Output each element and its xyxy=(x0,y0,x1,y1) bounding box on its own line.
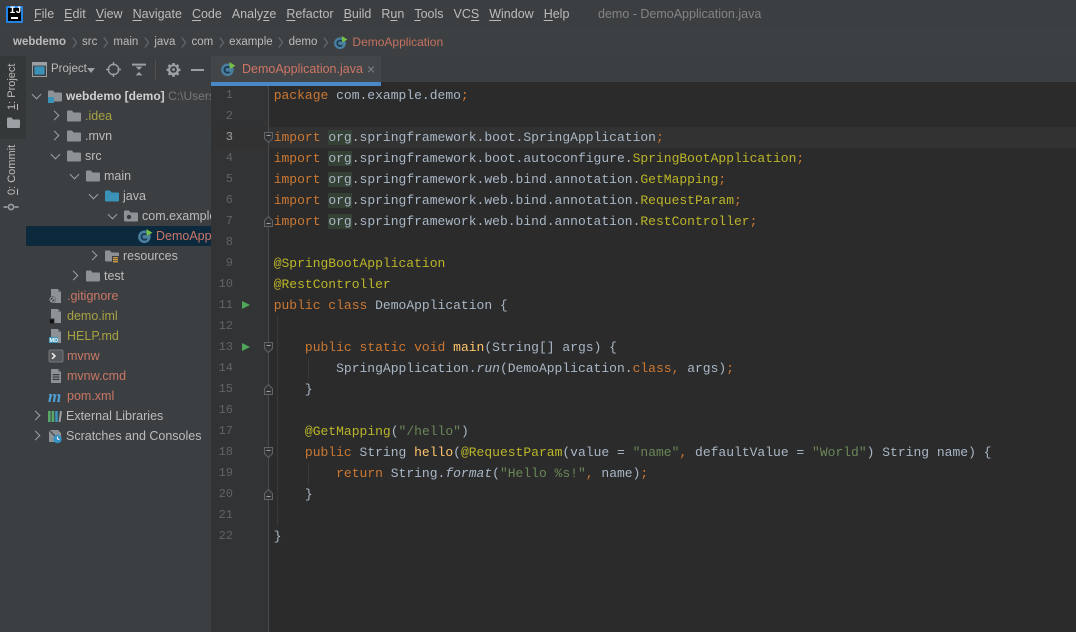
svg-text:MD: MD xyxy=(50,338,59,344)
svg-text:m: m xyxy=(48,388,61,404)
